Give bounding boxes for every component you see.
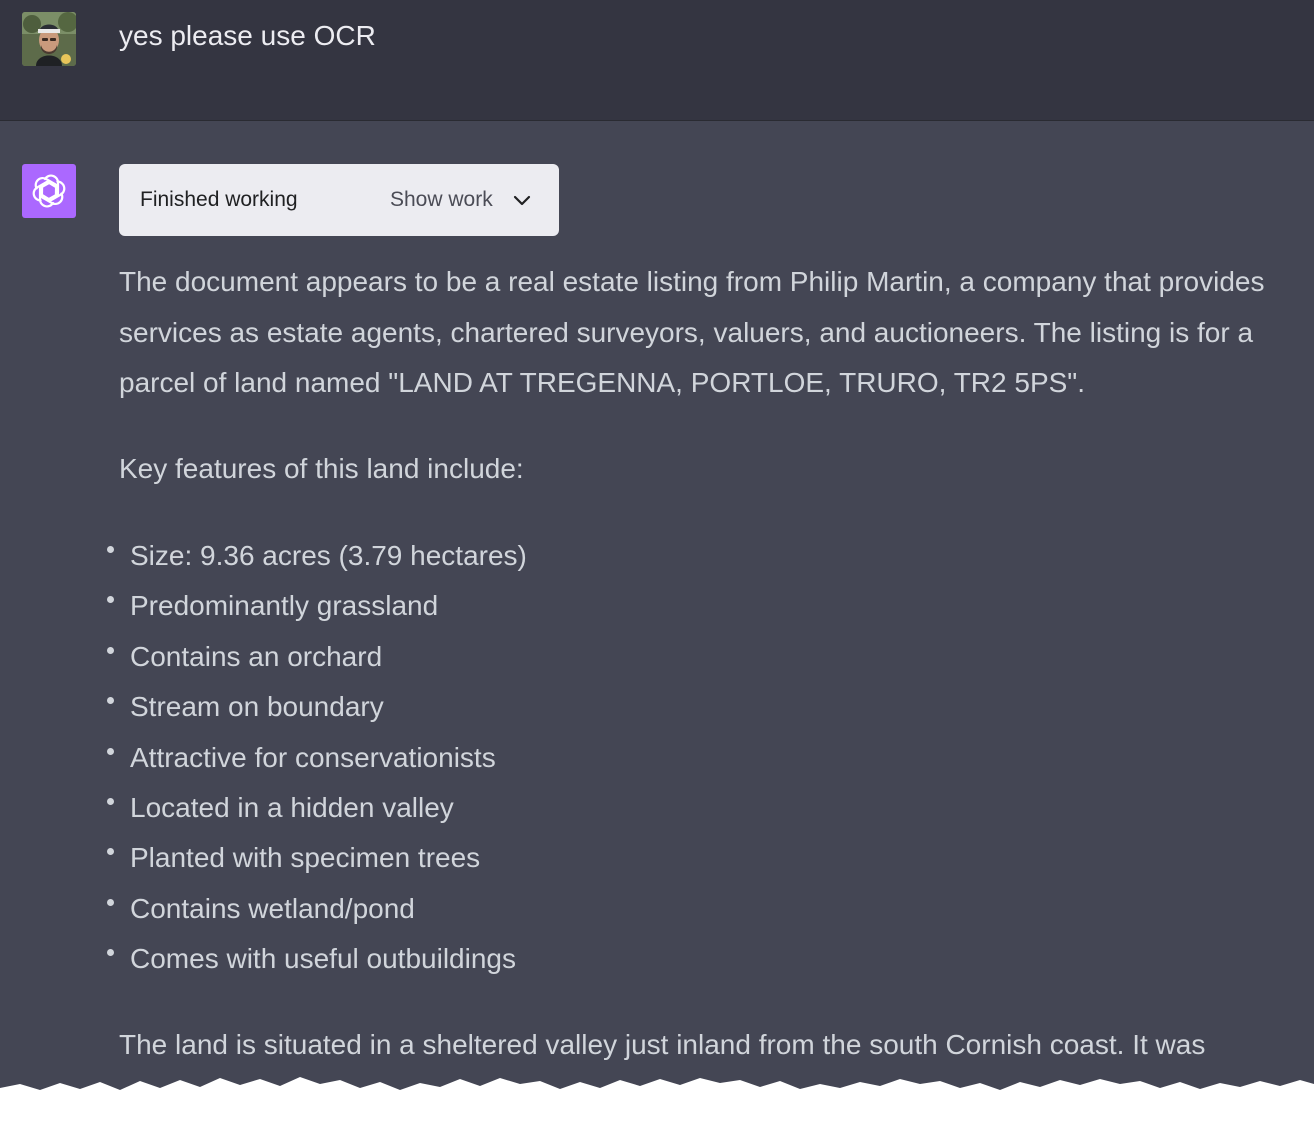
user-message-row: yes please use OCR [0,0,1314,121]
assistant-message-row: Finished working Show work The document … [0,121,1314,1148]
list-item-text: Predominantly grassland [130,590,439,622]
list-item: Contains wetland/pond [105,884,527,934]
response-paragraph: The document appears to be a real estate… [119,266,1265,398]
bullet-icon [107,646,114,654]
work-status-pill[interactable]: Finished working Show work [119,164,559,236]
response-paragraph: Key features of this land include: [119,453,524,484]
list-item-text: Size: 9.36 acres (3.79 hectares) [130,540,527,571]
list-item: Size: 9.36 acres (3.79 hectares) [105,531,527,581]
bullet-icon [107,797,114,805]
bullet-icon [107,848,114,856]
list-item-text: Planted with specimen trees [130,842,481,874]
feature-list: Size: 9.36 acres (3.79 hectares) Predomi… [105,531,527,985]
bullet-icon [107,546,114,553]
list-item: Comes with useful outbuildings [105,934,527,984]
torn-edge-cutoff [0,1077,1314,1148]
list-item-text: Attractive for conservationists [130,741,496,773]
list-item-text: Stream on boundary [130,691,384,723]
list-item: Predominantly grassland [105,581,527,631]
bullet-icon [107,949,114,957]
list-item-text: Contains wetland/pond [130,892,415,924]
response-paragraph: The land is situated in a sheltered vall… [119,1029,1206,1060]
list-item-text: Located in a hidden valley [130,791,454,823]
chevron-down-icon[interactable] [512,190,532,210]
bullet-icon [107,596,114,604]
bullet-icon [107,747,114,755]
user-message-text: yes please use OCR [119,20,376,51]
bullet-icon [107,697,114,705]
status-label: Finished working [140,188,298,211]
list-item: Contains an orchard [105,632,527,682]
user-avatar [22,12,76,66]
chat-screenshot: yes please use OCR Finished working Show… [0,0,1314,1148]
list-item-text: Comes with useful outbuildings [130,943,516,975]
bullet-icon [107,898,114,906]
show-work-button[interactable]: Show work [390,184,493,216]
list-item: Planted with specimen trees [105,833,527,883]
list-item: Stream on boundary [105,682,527,732]
openai-logo-icon [22,164,76,218]
list-item: Located in a hidden valley [105,783,527,833]
list-item-text: Contains an orchard [130,640,383,672]
list-item: Attractive for conservationists [105,733,527,783]
